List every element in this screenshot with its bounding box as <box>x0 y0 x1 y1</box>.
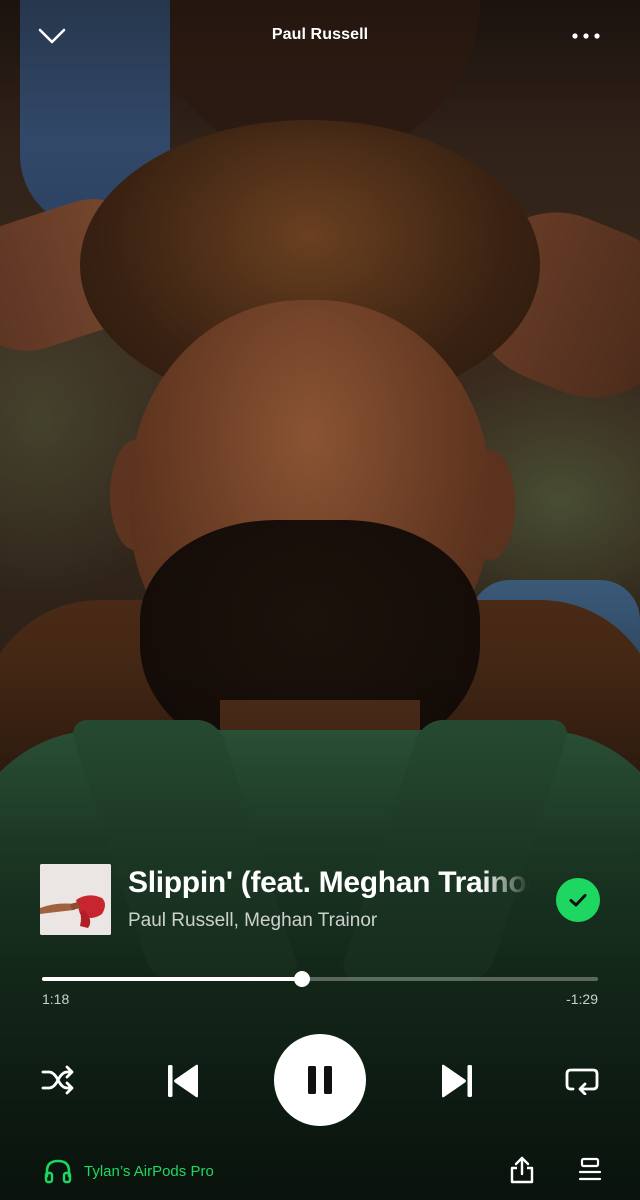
skip-next-icon[interactable] <box>434 1060 480 1102</box>
queue-icon[interactable] <box>574 1154 606 1186</box>
shuffle-icon[interactable] <box>36 1062 80 1098</box>
track-artists[interactable]: Paul Russell, Meghan Trainor <box>128 910 377 932</box>
device-label: Tylan’s AirPods Pro <box>84 1162 214 1180</box>
track-title[interactable]: Slippin' (feat. Meghan Trainor) <box>128 866 530 910</box>
video-background <box>0 0 640 1200</box>
repeat-icon[interactable] <box>560 1062 604 1098</box>
share-icon[interactable] <box>506 1154 538 1186</box>
connected-device[interactable]: Tylan’s AirPods Pro <box>44 1158 214 1184</box>
elapsed-time: 1:18 <box>42 991 70 1007</box>
pause-icon <box>308 1066 332 1094</box>
playback-controls <box>0 1030 640 1130</box>
remaining-time: -1:29 <box>566 991 598 1007</box>
bottom-bar: Tylan’s AirPods Pro <box>0 1150 640 1190</box>
player-header: Paul Russell <box>0 0 640 72</box>
track-info: Slippin' (feat. Meghan Trainor) Paul Rus… <box>40 862 610 938</box>
progress-knob[interactable] <box>293 971 310 987</box>
more-options-icon[interactable] <box>566 20 606 52</box>
liked-check-icon[interactable] <box>556 878 600 922</box>
pause-button[interactable] <box>274 1034 366 1126</box>
progress-bar[interactable] <box>42 970 598 990</box>
context-title: Paul Russell <box>271 26 369 43</box>
skip-previous-icon[interactable] <box>160 1060 206 1102</box>
headphones-icon <box>44 1159 72 1184</box>
progress-fill <box>42 977 302 981</box>
album-cover[interactable] <box>40 864 111 935</box>
